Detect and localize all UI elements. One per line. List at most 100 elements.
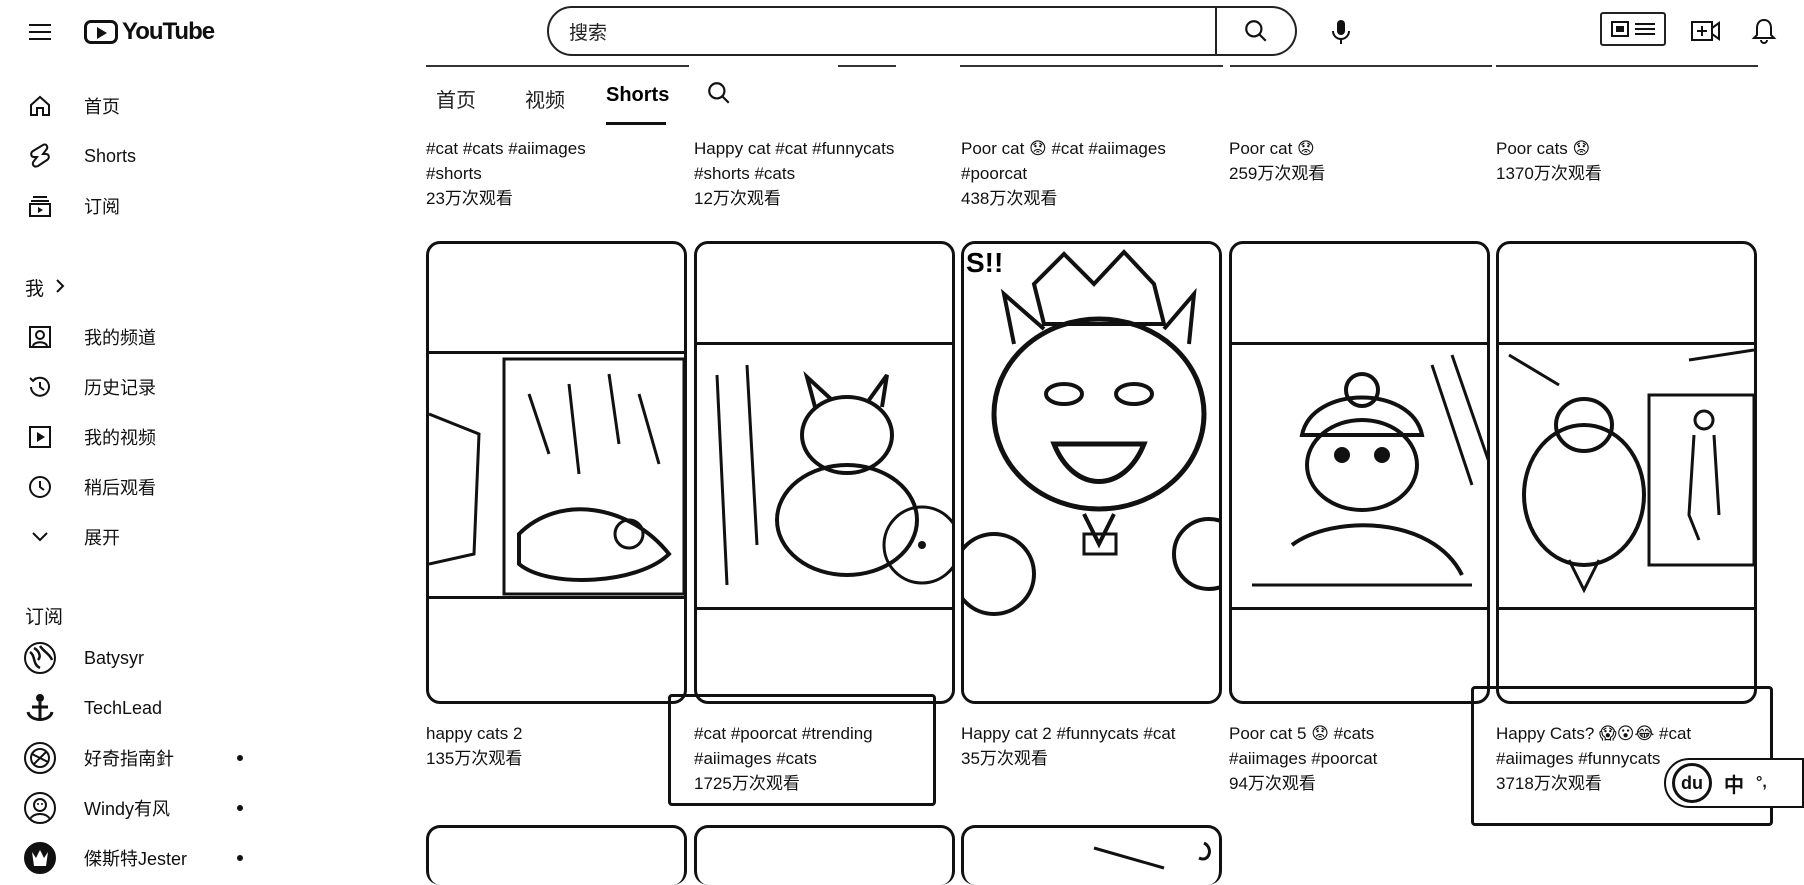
short-meta[interactable]: happy cats 2 135万次观看 [426, 721, 522, 771]
view-count: 1370万次观看 [1496, 164, 1602, 183]
short-title: #cat #cats #aiimages [426, 139, 586, 158]
short-title: happy cats 2 [426, 724, 523, 743]
cat-illustration [1499, 342, 1754, 610]
subscription-channel[interactable]: 好奇指南針 [0, 736, 300, 780]
short-thumbnail[interactable] [426, 825, 687, 885]
subscription-channel[interactable]: Batysyr [0, 636, 300, 680]
youtube-logo[interactable]: YouTube [84, 16, 215, 48]
short-meta[interactable]: Poor cat 5 😟 #cats #aiimages #poorcat 94… [1229, 721, 1377, 796]
chevron-down-icon [25, 522, 55, 552]
home-icon [25, 91, 55, 121]
channel-search-icon[interactable] [706, 80, 738, 112]
new-content-dot [237, 805, 243, 811]
search-button[interactable] [1217, 6, 1297, 56]
microphone-icon[interactable] [1323, 14, 1359, 50]
create-video-icon[interactable] [1688, 14, 1722, 48]
youtube-play-icon [84, 20, 118, 44]
chevron-right-icon [54, 277, 66, 299]
short-meta[interactable]: Happy Cats? 😱😮😂 #cat #aiimages #funnycat… [1496, 721, 1691, 796]
short-title: #aiimages #funnycats [1496, 749, 1661, 768]
short-title: Poor cat 😟 [1229, 139, 1315, 158]
view-count: 1725万次观看 [694, 774, 800, 793]
sidebar-item-your-videos[interactable]: 我的视频 [0, 415, 300, 459]
channel-name: Batysyr [84, 647, 145, 668]
you-heading-label: 我 [25, 279, 45, 300]
history-icon [25, 372, 55, 402]
avatar [24, 742, 56, 774]
short-title: Happy cat #cat #funnycats [694, 139, 895, 158]
sidebar-item-label: 展开 [84, 528, 120, 548]
short-thumbnail[interactable]: S!! [961, 241, 1222, 704]
tab-videos[interactable]: 视频 [525, 84, 565, 113]
watch-later-icon [25, 472, 55, 502]
sidebar-item-label: 历史记录 [84, 378, 156, 398]
view-count: 23万次观看 [426, 189, 513, 208]
tab-shorts[interactable]: Shorts [606, 84, 669, 107]
short-title: #poorcat [961, 164, 1028, 183]
avatar [24, 842, 56, 874]
sidebar-item-home[interactable]: 首页 [0, 84, 300, 128]
notifications-bell-icon[interactable] [1747, 14, 1781, 48]
sidebar-item-history[interactable]: 历史记录 [0, 365, 300, 409]
cat-illustration [429, 351, 684, 599]
short-meta[interactable]: Poor cat 😟 #cat #aiimages #poorcat 438万次… [961, 136, 1166, 211]
active-tab-indicator [606, 122, 666, 125]
picture-icon [1611, 21, 1629, 37]
divider [960, 65, 1223, 67]
short-thumbnail[interactable] [1229, 241, 1490, 704]
view-count: 94万次观看 [1229, 774, 1316, 793]
short-title: #aiimages #cats [694, 749, 817, 768]
you-section-heading[interactable]: 我 [25, 274, 66, 301]
subscription-channel[interactable]: 傑斯特Jester [0, 836, 300, 880]
short-thumbnail[interactable] [426, 241, 687, 704]
divider [838, 65, 896, 67]
short-thumbnail[interactable] [694, 241, 955, 704]
short-thumbnail[interactable] [1496, 241, 1757, 704]
short-meta[interactable]: Poor cats 😟 1370万次观看 [1496, 136, 1602, 186]
short-thumbnail[interactable] [694, 825, 955, 885]
short-title: Poor cat 5 😟 #cats [1229, 724, 1375, 743]
channel-name: 傑斯特Jester [84, 849, 188, 869]
sidebar-item-label: 我的频道 [84, 328, 156, 348]
new-content-dot [237, 755, 243, 761]
list-icon [1635, 23, 1655, 35]
logo-text: YouTube [122, 18, 215, 45]
sidebar-item-subscriptions[interactable]: 订阅 [0, 184, 300, 228]
search-input[interactable]: 搜索 [547, 6, 1217, 56]
sidebar-item-show-more[interactable]: 展开 [0, 515, 300, 559]
channel-name: Windy有风 [84, 799, 171, 819]
sidebar-item-shorts[interactable]: Shorts [0, 134, 300, 178]
short-meta[interactable]: Happy cat #cat #funnycats #shorts #cats … [694, 136, 894, 211]
ime-logo-icon[interactable]: du [1672, 763, 1712, 803]
your-videos-icon [25, 422, 55, 452]
sidebar-item-your-channel[interactable]: 我的频道 [0, 315, 300, 359]
new-content-dot [237, 855, 243, 861]
ime-language-toggle[interactable]: 中 [1724, 769, 1744, 798]
view-count: 259万次观看 [1229, 164, 1326, 183]
ime-punctuation-toggle[interactable]: °, [1756, 774, 1767, 792]
divider [1496, 65, 1758, 67]
miniplayer-toggle-button[interactable] [1600, 12, 1666, 46]
short-meta[interactable]: Poor cat 😟 259万次观看 [1229, 136, 1325, 186]
avatar [24, 792, 56, 824]
subscription-channel[interactable]: TechLead [0, 686, 300, 730]
short-thumbnail[interactable] [961, 825, 1222, 885]
tab-home[interactable]: 首页 [436, 84, 476, 113]
divider [1230, 65, 1492, 67]
sidebar-item-watch-later[interactable]: 稍后观看 [0, 465, 300, 509]
input-method-toolbar[interactable]: du 中 °, [1664, 758, 1804, 808]
short-title: #shorts [426, 164, 482, 183]
sidebar-item-label: 订阅 [84, 197, 120, 217]
short-title: Poor cat 😟 #cat #aiimages [961, 139, 1166, 158]
subscription-channel[interactable]: Windy有风 [0, 786, 300, 830]
shorts-icon [25, 141, 55, 171]
short-meta[interactable]: #cat #poorcat #trending #aiimages #cats … [694, 721, 873, 796]
short-title: Happy Cats? 😱😮😂 #cat [1496, 724, 1692, 743]
sidebar-item-label: 我的视频 [84, 428, 156, 448]
menu-icon[interactable] [20, 16, 60, 48]
short-meta[interactable]: #cat #cats #aiimages #shorts 23万次观看 [426, 136, 586, 211]
view-count: 3718万次观看 [1496, 774, 1602, 793]
short-title: #shorts #cats [694, 164, 796, 183]
short-meta[interactable]: Happy cat 2 #funnycats #cat 35万次观看 [961, 721, 1176, 771]
cat-illustration [1232, 342, 1487, 610]
